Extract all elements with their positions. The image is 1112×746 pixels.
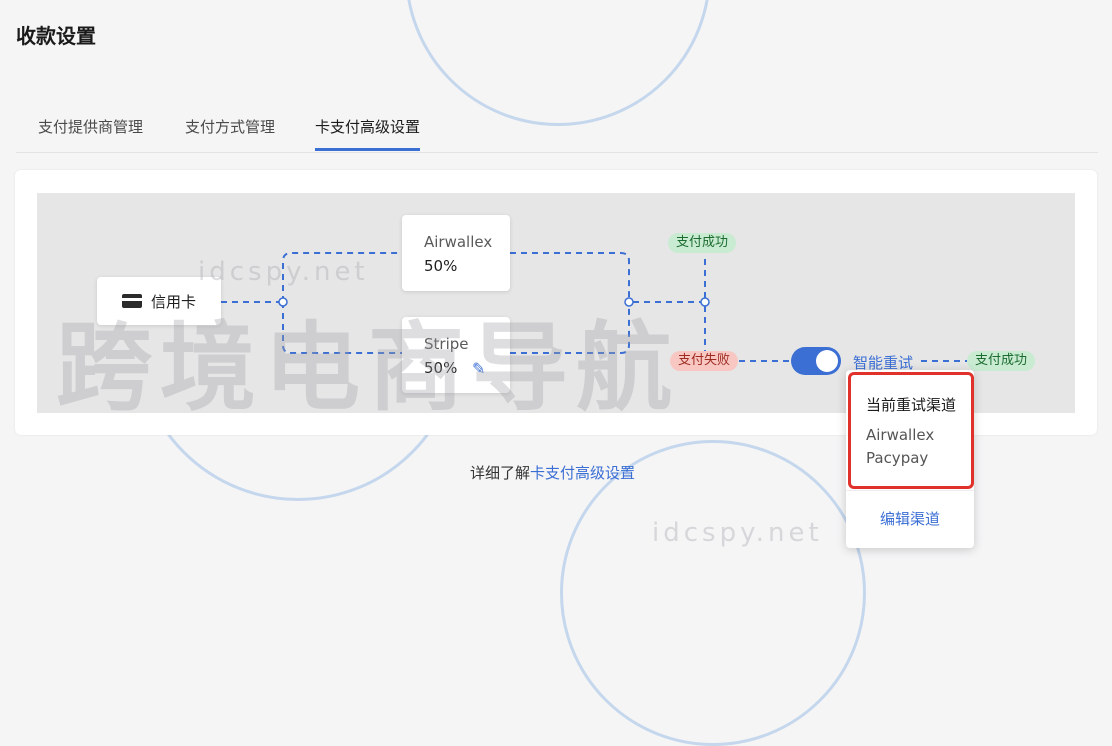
credit-card-source-node: 信用卡 [97,277,221,325]
provider-name: Airwallex [424,233,493,251]
learn-more-text: 详细了解卡支付高级设置 [470,462,635,483]
watermark-globe [560,440,866,746]
junction-dot [700,297,710,307]
retry-channel-item: Airwallex [866,426,935,444]
watermark-url: idcspy.net [652,518,823,548]
tab-card-advanced-settings[interactable]: 卡支付高级设置 [315,116,421,151]
tab-payment-providers[interactable]: 支付提供商管理 [38,116,143,151]
provider-share: 50% [424,257,458,275]
popover-title: 当前重试渠道 [866,396,957,414]
source-label: 信用卡 [150,292,196,311]
tab-payment-methods[interactable]: 支付方式管理 [185,116,275,151]
tab-bar: 支付提供商管理 支付方式管理 卡支付高级设置 [16,110,1098,153]
learn-more-prefix: 详细了解 [470,464,531,482]
credit-card-icon [121,294,142,308]
retry-channel-popover: 当前重试渠道 Airwallex Pacypay 编辑渠道 [846,370,974,548]
provider-node-airwallex: Airwallex 50% [402,215,510,291]
payment-failed-badge: 支付失败 [670,351,739,371]
toggle-knob [816,350,838,372]
retry-channel-item: Pacypay [866,449,929,467]
provider-share: 50% [424,359,458,377]
payment-success-badge: 支付成功 [668,233,737,253]
retry-success-badge: 支付成功 [967,351,1036,371]
page-title: 收款设置 [16,24,96,48]
learn-more-link[interactable]: 卡支付高级设置 [530,464,635,482]
edit-channels-button[interactable]: 编辑渠道 [846,508,974,529]
junction-dot [278,297,288,307]
watermark-globe [405,0,711,126]
popover-divider [846,490,974,491]
provider-node-stripe: Stripe 50% ✎ [402,317,510,393]
provider-name: Stripe [424,335,469,353]
junction-dot [624,297,634,307]
edit-pencil-icon[interactable]: ✎ [472,359,485,378]
smart-retry-toggle[interactable] [791,347,841,375]
